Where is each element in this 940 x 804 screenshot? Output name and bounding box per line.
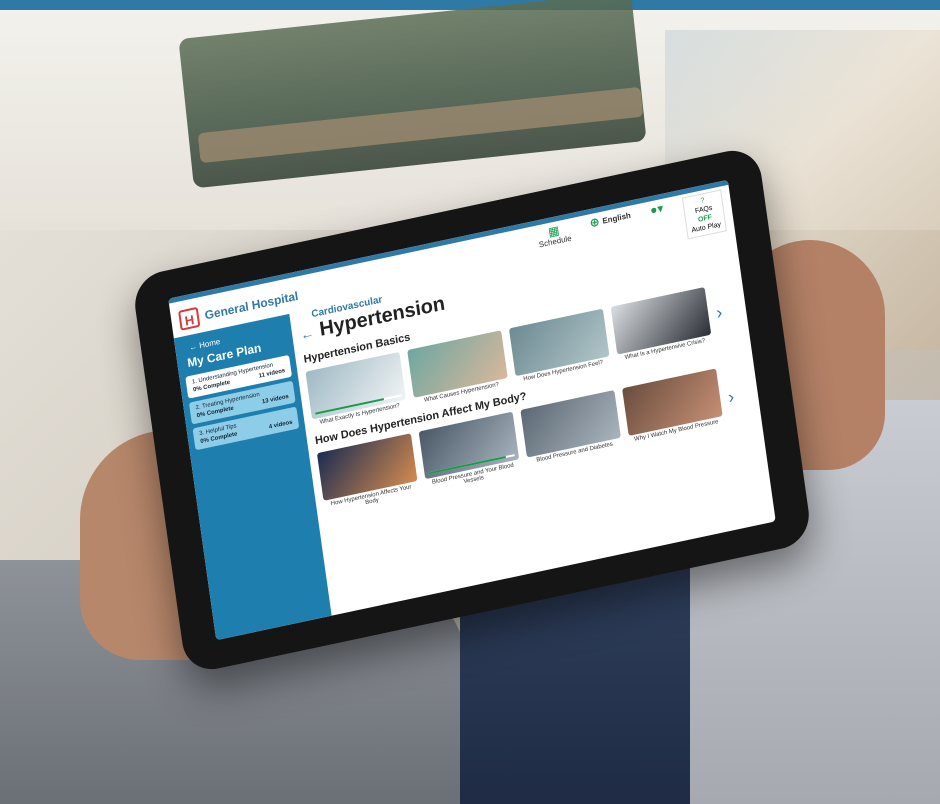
video-card[interactable]: Why I Watch My Blood Pressure — [622, 368, 724, 444]
language-label: English — [601, 210, 632, 226]
video-card[interactable]: What Exactly Is Hypertension? — [305, 351, 407, 428]
back-arrow-icon[interactable]: ← — [299, 324, 315, 343]
user-icon: ●▾ — [649, 200, 665, 218]
video-card[interactable]: Blood Pressure and Your Blood Vessels — [418, 411, 522, 494]
schedule-button[interactable]: ▦ Schedule — [537, 222, 573, 250]
video-card[interactable]: How Hypertension Affects Your Body — [316, 433, 420, 515]
globe-icon: ⊕ — [588, 214, 601, 231]
video-card[interactable]: What Is a Hypertensive Crisis? — [610, 286, 713, 363]
chevron-right-icon[interactable]: › — [727, 386, 736, 408]
account-menu[interactable]: ●▾ — [649, 200, 665, 218]
main-content: Cardiovascular ← Hypertension Hypertensi… — [297, 221, 769, 610]
hospital-logo-icon: H — [178, 306, 201, 331]
help-icon: ? — [700, 197, 705, 205]
schedule-label: Schedule — [538, 233, 573, 250]
chevron-right-icon[interactable]: › — [715, 301, 724, 323]
video-card[interactable]: Blood Pressure and Diabetes — [520, 389, 622, 466]
video-card[interactable]: What Causes Hypertension? — [407, 330, 509, 406]
video-card[interactable]: How Does Hypertension Feel? — [508, 308, 611, 385]
